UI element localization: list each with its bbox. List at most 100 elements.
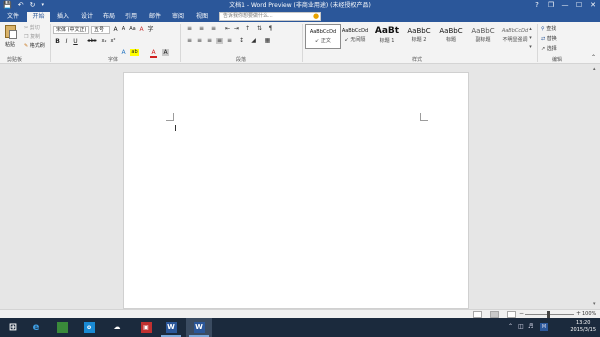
word-icon: W — [193, 322, 205, 333]
tray-chevron-icon[interactable]: ⌃ — [508, 323, 513, 330]
format-painter-button[interactable]: ✎ 格式刷 — [24, 42, 45, 49]
title-bar: 💾 ↶ ↻ ▾ 文档1 - Word Preview (非商业用途) (未经授权… — [0, 0, 600, 11]
help-button[interactable]: ? — [530, 0, 544, 11]
system-clock[interactable]: 13:20 2015/3/15 — [570, 320, 596, 334]
tell-me-search[interactable]: 告诉我你想要做什么... — [219, 12, 321, 21]
taskbar-outlook[interactable]: o — [76, 318, 102, 337]
outlook-icon: o — [83, 322, 95, 333]
taskbar-app[interactable]: ▣ — [133, 318, 159, 337]
borders-icon[interactable]: ▦ — [264, 38, 271, 44]
grow-font-button[interactable]: A — [112, 26, 119, 33]
scroll-up-icon[interactable]: ▴ — [527, 25, 534, 34]
read-mode-button[interactable] — [473, 311, 482, 318]
show-marks-icon[interactable]: ¶ — [267, 26, 274, 32]
tab-layout[interactable]: 布局 — [98, 12, 120, 22]
change-case-button[interactable]: Aa — [128, 26, 137, 33]
tab-review[interactable]: 审阅 — [167, 12, 189, 22]
highlight-button[interactable]: ab — [130, 49, 139, 56]
scroll-down-arrow-icon[interactable]: ▾ — [593, 301, 596, 307]
tab-view[interactable]: 视图 — [191, 12, 213, 22]
style-preview: AaBbC — [439, 27, 463, 35]
scroll-up-arrow-icon[interactable]: ▴ — [593, 66, 596, 72]
line-spacing-icon[interactable]: ↕ — [238, 38, 245, 44]
web-layout-button[interactable] — [507, 311, 516, 318]
find-label: 查找 — [546, 26, 557, 32]
copy-button[interactable]: ❐ 复制 — [24, 33, 40, 40]
shading-icon[interactable]: ◢ — [250, 38, 257, 44]
style-heading-2[interactable]: AaBbC 标题 2 — [401, 24, 437, 49]
align-right-icon[interactable]: ≡ — [206, 38, 213, 44]
justify-icon[interactable]: ≡ — [216, 38, 223, 44]
taskbar-ie[interactable]: e — [23, 318, 49, 337]
print-layout-button[interactable] — [490, 311, 499, 318]
style-no-spacing[interactable]: AaBbCcDd ↙ 无间隔 — [337, 24, 373, 49]
tab-file[interactable]: 文件 — [2, 12, 24, 22]
collapse-ribbon-icon[interactable]: ⌃ — [590, 55, 597, 61]
word-icon: W — [165, 322, 177, 333]
taskbar-onedrive[interactable]: ☁ — [104, 318, 130, 337]
ribbon-display-button[interactable]: ❐ — [544, 0, 558, 11]
scroll-down-icon[interactable]: ▾ — [527, 34, 534, 43]
clear-formatting-button[interactable]: A — [138, 26, 145, 33]
italic-button[interactable]: I — [63, 38, 70, 45]
vertical-scrollbar[interactable]: ▴ ▾ — [591, 64, 600, 309]
styles-scroll[interactable]: ▴ ▾ ▾ — [527, 25, 534, 53]
taskbar-word[interactable]: W — [158, 318, 184, 337]
decrease-indent-icon[interactable]: ⇤ — [224, 26, 231, 32]
find-button[interactable]: ⚲ 查找 — [541, 25, 556, 32]
language-icon[interactable]: M — [540, 323, 548, 331]
zoom-slider-thumb[interactable] — [547, 311, 550, 318]
copy-label: 复制 — [30, 34, 41, 40]
tab-references[interactable]: 引用 — [120, 12, 142, 22]
tab-design[interactable]: 设计 — [76, 12, 98, 22]
taskbar-word-active[interactable]: W — [186, 318, 212, 337]
font-name-combo[interactable]: 宋体 (中文正) — [53, 26, 89, 34]
font-color-button[interactable]: A — [150, 49, 157, 58]
more-styles-icon[interactable]: ▾ — [527, 43, 534, 52]
cut-button[interactable]: ✂ 剪切 — [24, 24, 40, 31]
tab-home[interactable]: 开始 — [27, 12, 50, 22]
superscript-button[interactable]: x² — [109, 38, 117, 45]
distributed-icon[interactable]: ≡ — [226, 38, 233, 44]
bold-button[interactable]: B — [54, 38, 61, 45]
font-size-combo[interactable]: 五号 — [91, 26, 110, 34]
chinese-layout-icon[interactable]: ↑ — [244, 26, 251, 32]
zoom-in-button[interactable]: + — [576, 310, 581, 318]
tab-insert[interactable]: 插入 — [52, 12, 74, 22]
sort-icon[interactable]: ⇅ — [256, 26, 263, 32]
select-button[interactable]: ↗ 选择 — [541, 45, 557, 52]
font-group-label: 字体 — [108, 57, 119, 63]
style-heading-1[interactable]: AaBt 标题 1 — [369, 24, 405, 49]
numbering-icon[interactable]: ≡ — [198, 26, 205, 32]
style-title[interactable]: AaBbC 标题 — [433, 24, 469, 49]
paste-button-label[interactable]: 粘贴 — [5, 41, 15, 48]
maximize-button[interactable]: ☐ — [572, 0, 586, 11]
close-button[interactable]: ✕ — [586, 0, 600, 11]
underline-button[interactable]: U — [72, 38, 79, 45]
replace-button[interactable]: ⇄ 替换 — [541, 35, 557, 42]
phonetic-guide-button[interactable]: 字 — [147, 26, 154, 33]
shrink-font-button[interactable]: A — [120, 26, 127, 33]
character-shading-button[interactable]: A — [162, 49, 169, 56]
text-effects-button[interactable]: A — [120, 49, 127, 56]
strikethrough-button[interactable]: abc — [86, 38, 98, 45]
style-normal[interactable]: AaBbCcDd ↙ 正文 — [305, 24, 341, 49]
taskbar-store[interactable] — [49, 318, 75, 337]
volume-icon[interactable]: ♬ — [528, 323, 533, 330]
tab-mailings[interactable]: 邮件 — [144, 12, 166, 22]
multilevel-list-icon[interactable]: ≡ — [210, 26, 217, 32]
network-icon[interactable]: ◫ — [518, 323, 524, 330]
margin-corner-top-right — [420, 113, 428, 121]
style-preview: AaBbCcDd — [309, 29, 337, 35]
clock-date: 2015/3/15 — [570, 327, 596, 333]
zoom-out-button[interactable]: − — [519, 310, 524, 318]
minimize-button[interactable]: — — [558, 0, 572, 11]
bullets-icon[interactable]: ≡ — [186, 26, 193, 32]
document-page[interactable] — [123, 72, 469, 309]
increase-indent-icon[interactable]: ⇥ — [233, 26, 240, 32]
subscript-button[interactable]: x₂ — [100, 38, 108, 45]
paste-icon[interactable] — [5, 25, 17, 39]
align-center-icon[interactable]: ≡ — [196, 38, 203, 44]
style-subtitle[interactable]: AaBbC 副标题 — [465, 24, 501, 49]
align-left-icon[interactable]: ≡ — [186, 38, 193, 44]
